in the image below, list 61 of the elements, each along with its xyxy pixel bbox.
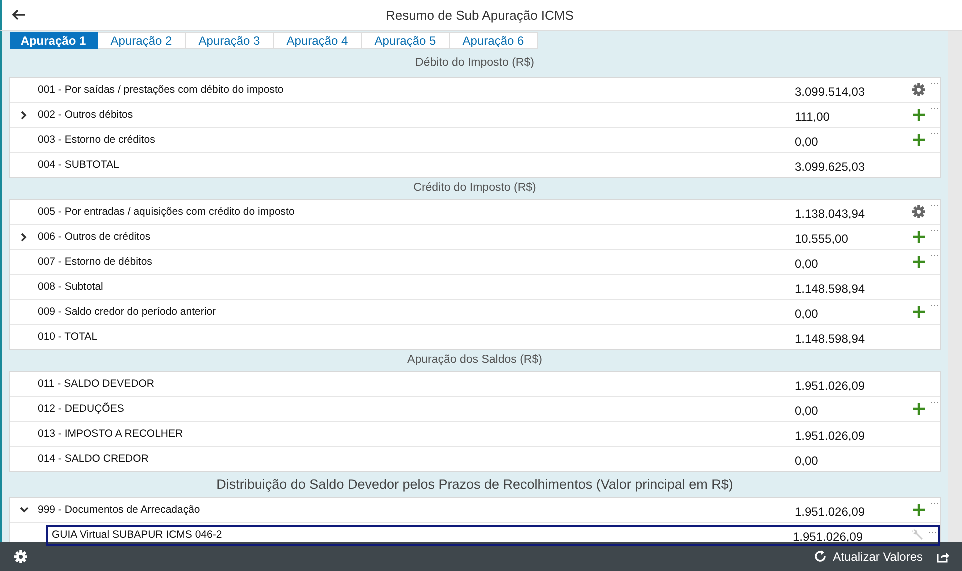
row-value: 1.148.598,94 <box>795 280 866 296</box>
row-label: 002 - Outros débitos <box>38 109 134 121</box>
row-label: 008 - Subtotal <box>38 281 104 293</box>
plus-icon[interactable] <box>913 231 925 243</box>
row-label: 999 - Documentos de Arrecadação <box>38 504 202 516</box>
row-value: 0,00 <box>795 402 820 418</box>
plus-icon[interactable] <box>913 504 925 516</box>
row-value: 1.951.026,09 <box>795 504 866 518</box>
row-value: 1.951.026,09 <box>795 378 866 392</box>
row-value: 1.951.026,09 <box>795 428 866 442</box>
section-title: Distribuição do Saldo Devedor pelos Prazos de Recolhimentos (Valor principal em R$) <box>216 476 734 494</box>
settings-button[interactable] <box>12 548 30 566</box>
row-value: 0,00 <box>795 452 820 468</box>
chevron-down-icon[interactable] <box>20 507 28 513</box>
refresh-button[interactable]: Atualizar Valores <box>812 548 925 566</box>
tab[interactable]: Apuração 5 <box>362 32 450 49</box>
plus-icon[interactable] <box>913 109 925 121</box>
back-button[interactable] <box>10 7 28 23</box>
row-label: GUIA Virtual SUBAPUR ICMS 046-2 <box>51 529 224 541</box>
tab[interactable]: Apuração 3 <box>186 32 274 49</box>
gear-icon[interactable] <box>912 205 926 219</box>
tab[interactable]: Apuração 4 <box>274 32 362 49</box>
row-value: 3.099.514,03 <box>795 84 866 98</box>
section-title: Crédito do Imposto (R$) <box>412 181 538 196</box>
row-label: 003 - Estorno de créditos <box>38 134 156 146</box>
row-value: 1.951.026,09 <box>793 528 864 544</box>
row-value: 111,00 <box>795 108 831 124</box>
row-label: 014 - SALDO CREDOR <box>38 453 150 465</box>
row-value: 3.099.625,03 <box>795 158 866 174</box>
row-label: 004 - SUBTOTAL <box>38 159 120 171</box>
tab[interactable]: Apuração 6 <box>450 32 538 49</box>
row-value: 1.148.598,94 <box>795 330 866 346</box>
tab[interactable]: Apuração 2 <box>98 32 186 49</box>
section-title: Apuração dos Saldos (R$) <box>406 353 544 368</box>
row-value: 0,00 <box>795 306 820 320</box>
window-title: Resumo de Sub Apuração ICMS <box>385 8 575 22</box>
plus-icon[interactable] <box>913 306 925 318</box>
tab[interactable]: Apuração 1 <box>10 32 98 49</box>
plus-icon[interactable] <box>913 134 925 146</box>
plus-icon[interactable] <box>913 403 925 415</box>
refresh-icon <box>814 550 828 563</box>
row-label: 012 - DEDUÇÕES <box>38 403 126 415</box>
row-label: 010 - TOTAL <box>38 331 99 343</box>
row-value: 0,00 <box>795 256 820 270</box>
row-label: 001 - Por saídas / prestações com débito do imposto <box>38 84 285 96</box>
gear-icon[interactable] <box>912 83 926 97</box>
row-label: 006 - Outros de créditos <box>38 231 152 243</box>
row-label: 007 - Estorno de débitos <box>38 256 154 268</box>
chevron-right-icon[interactable] <box>21 232 27 242</box>
row-value: 0,00 <box>795 134 820 148</box>
scrollbar[interactable] <box>948 31 962 542</box>
row-label: 013 - IMPOSTO A RECOLHER <box>38 428 184 440</box>
plus-icon[interactable] <box>913 256 925 268</box>
row-label: 009 - Saldo credor do período anterior <box>38 306 218 318</box>
row-label: 005 - Por entradas / aquisições com crédito do imposto <box>38 206 296 218</box>
row-value: 10.555,00 <box>795 230 850 246</box>
chevron-right-icon[interactable] <box>21 110 27 120</box>
section-title: Débito do Imposto (R$) <box>414 56 536 71</box>
selected-row[interactable]: GUIA Virtual SUBAPUR ICMS 046-2 1.951.026,09 <box>46 524 940 546</box>
row-value: 1.138.043,94 <box>795 206 866 220</box>
row-label: 011 - SALDO DEVEDOR <box>38 378 156 390</box>
